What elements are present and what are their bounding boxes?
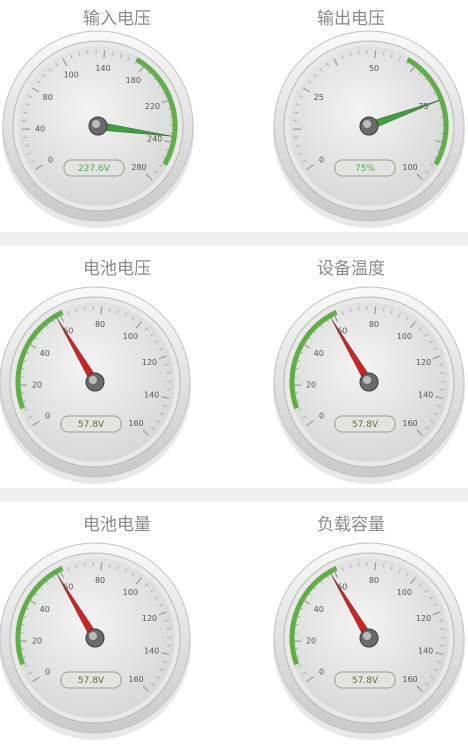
tick-label: 120 — [142, 614, 157, 623]
tick-label: 160 — [402, 419, 417, 428]
tick-label: 240 — [147, 135, 162, 144]
readout-value: 227.6V — [78, 164, 111, 174]
scale-tick — [375, 306, 376, 314]
gauge-battery-capacity: 电池电量 02040608010012014016057.8V — [0, 506, 234, 754]
scale-tick — [104, 50, 105, 58]
scale-tick — [375, 50, 376, 58]
tick-label: 100 — [402, 163, 417, 172]
needle-hub-highlight — [363, 120, 371, 128]
tick-label: 100 — [64, 71, 79, 80]
tick-label: 20 — [306, 381, 316, 390]
gauge-device-temperature: 设备温度 02040608010012014016057.8V — [234, 250, 468, 498]
scale-tick — [101, 306, 102, 314]
tick-label: 220 — [145, 102, 160, 111]
needle-hub-highlight — [89, 376, 97, 384]
tick-label: 180 — [126, 76, 141, 85]
tick-label: 40 — [314, 605, 324, 614]
readout-value: 75% — [355, 164, 375, 174]
gauge-output-voltage: 输出电压 025507510075% — [234, 0, 468, 248]
tick-label: 25 — [314, 93, 324, 102]
gauge-dial: 02040608010012014016057.8V — [0, 506, 234, 754]
tick-label: 80 — [95, 320, 105, 329]
needle-hub-highlight — [363, 632, 371, 640]
tick-label: 100 — [123, 332, 138, 341]
tick-label: 140 — [144, 391, 159, 400]
tick-label: 100 — [123, 588, 138, 597]
tick-label: 120 — [416, 614, 431, 623]
tick-label: 0 — [45, 667, 50, 676]
needle-hub-highlight — [89, 632, 97, 640]
gauge-dial: 02040608010012014016057.8V — [234, 250, 468, 498]
tick-label: 0 — [45, 411, 50, 420]
tick-label: 40 — [314, 349, 324, 358]
tick-label: 140 — [144, 647, 159, 656]
tick-label: 80 — [43, 93, 53, 102]
tick-label: 0 — [319, 667, 324, 676]
gauge-dial: 02040608010012014016057.8V — [0, 250, 234, 498]
tick-label: 160 — [402, 675, 417, 684]
gauge-dial: 025507510075% — [234, 0, 468, 248]
tick-label: 50 — [369, 64, 379, 73]
tick-label: 0 — [319, 155, 324, 164]
tick-label: 40 — [40, 605, 50, 614]
tick-label: 40 — [40, 349, 50, 358]
tick-label: 0 — [48, 155, 53, 164]
tick-label: 80 — [369, 576, 379, 585]
tick-label: 280 — [131, 163, 146, 172]
gauge-load-capacity: 负载容量 02040608010012014016057.8V — [234, 506, 468, 754]
needle-hub-highlight — [363, 376, 371, 384]
gauge-input-voltage: 输入电压 04080100140180220240280227.6V — [0, 0, 234, 248]
tick-label: 140 — [418, 391, 433, 400]
gauge-battery-voltage: 电池电压 02040608010012014016057.8V — [0, 250, 234, 498]
readout-value: 57.8V — [352, 420, 379, 430]
tick-label: 80 — [95, 576, 105, 585]
readout-value: 57.8V — [352, 676, 379, 686]
needle-hub-highlight — [92, 120, 100, 128]
tick-label: 80 — [369, 320, 379, 329]
tick-label: 20 — [32, 637, 42, 646]
gauge-dial: 02040608010012014016057.8V — [234, 506, 468, 754]
tick-label: 100 — [397, 332, 412, 341]
tick-label: 140 — [418, 647, 433, 656]
tick-label: 160 — [128, 419, 143, 428]
tick-label: 100 — [397, 588, 412, 597]
gauge-dial: 0 40 80 100 140 180 220 240 280 227.6V — [0, 0, 234, 248]
tick-label: 20 — [32, 381, 42, 390]
tick-label: 40 — [35, 125, 45, 134]
tick-label: 160 — [128, 675, 143, 684]
tick-label: 20 — [306, 637, 316, 646]
readout-value: 57.8V — [78, 676, 105, 686]
tick-label: 120 — [142, 358, 157, 367]
readout-value: 57.8V — [78, 420, 105, 430]
tick-label: 0 — [319, 411, 324, 420]
tick-label: 140 — [95, 64, 110, 73]
scale-tick — [101, 562, 102, 570]
scale-tick — [375, 562, 376, 570]
tick-label: 120 — [416, 358, 431, 367]
